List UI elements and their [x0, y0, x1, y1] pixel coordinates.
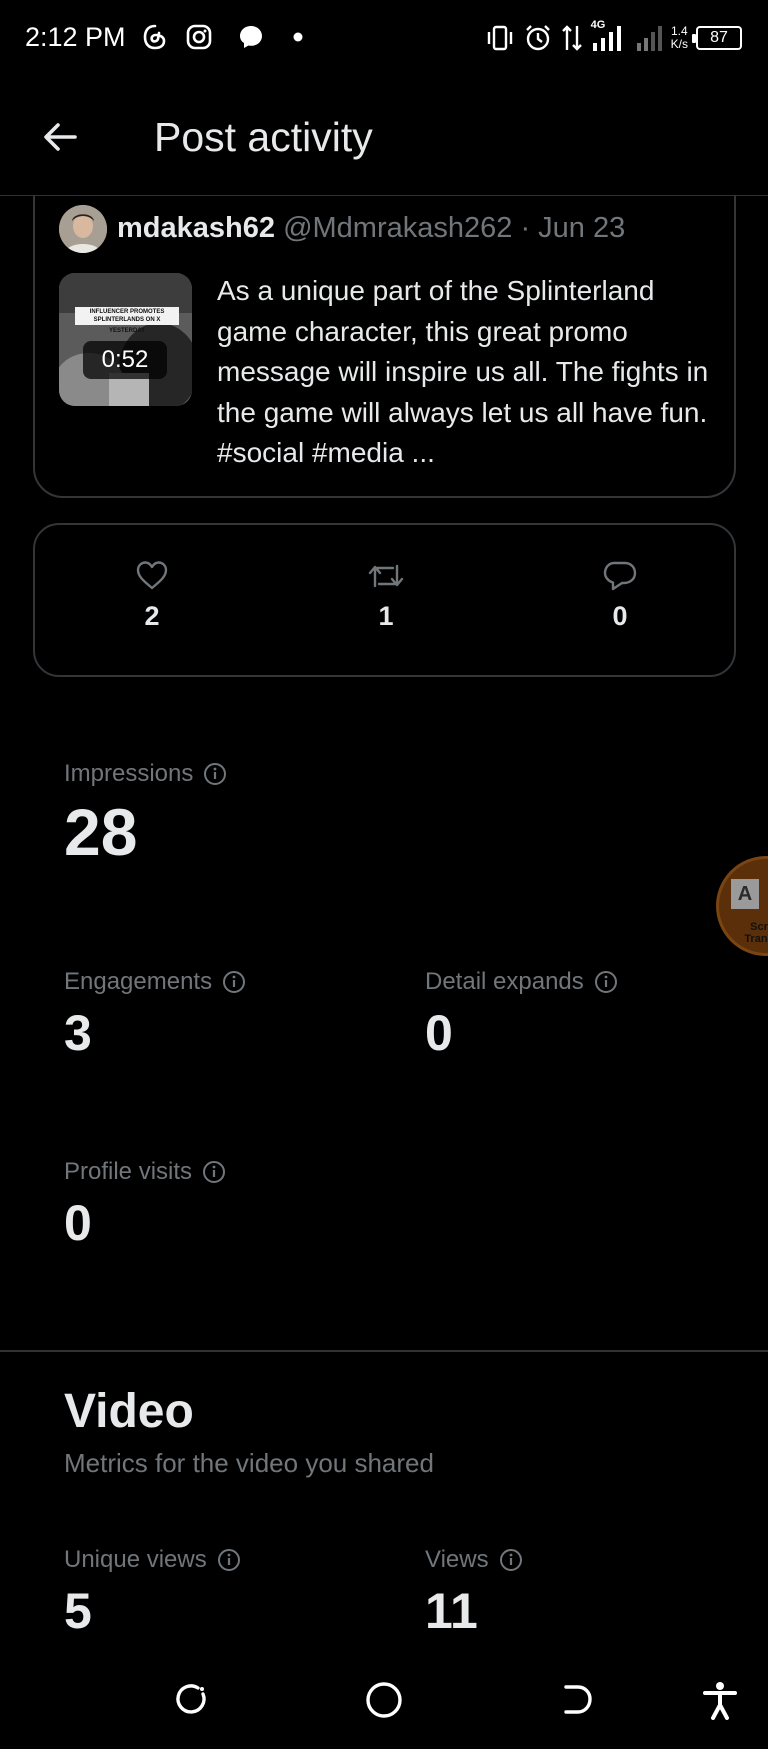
video-thumbnail[interactable]: INFLUENCER PROMOTES SPLINTERLANDS ON X Y… — [59, 273, 192, 406]
info-icon[interactable] — [222, 970, 246, 994]
back-button[interactable] — [38, 114, 84, 160]
back-nav-icon — [564, 1685, 592, 1714]
views-metric: Views 11 — [425, 1546, 523, 1640]
detail-expands-value: 0 — [425, 1005, 453, 1061]
app-header: Post activity — [0, 78, 768, 196]
engagements-value: 3 — [64, 1005, 92, 1061]
overlay-caption: Scr Trans — [729, 921, 768, 945]
post-date: Jun 23 — [538, 212, 626, 244]
signal-icon-2 — [636, 26, 662, 51]
info-icon[interactable] — [202, 1160, 226, 1184]
overlay-tab-letter: A — [731, 879, 759, 909]
replies-count: 0 — [612, 601, 628, 631]
engagement-card: 2 1 0 — [33, 523, 736, 677]
info-icon[interactable] — [499, 1548, 523, 1572]
video-section-title: Video — [64, 1385, 194, 1438]
status-time: 2:12 PM — [25, 22, 126, 52]
arrow-left-icon — [44, 123, 77, 151]
overlay-caption-line1: Scr — [750, 921, 768, 933]
post-meta: mdakash62 @Mdmrakash262 · Jun 23 — [117, 212, 625, 245]
status-right-group: 4G 1.4 K/s 87 — [485, 19, 742, 54]
impressions-label: Impressions — [64, 760, 194, 787]
info-icon[interactable] — [203, 762, 227, 786]
replies-stat[interactable]: 0 — [560, 559, 680, 632]
thumbnail-image — [59, 273, 192, 406]
profile-visits-label: Profile visits — [64, 1158, 193, 1185]
accessibility-button[interactable] — [692, 1672, 748, 1728]
post-author[interactable]: mdakash62 — [117, 212, 275, 244]
repost-icon — [368, 564, 404, 588]
profile-visits-metric: Profile visits 0 — [64, 1158, 226, 1252]
impressions-metric: Impressions 28 — [64, 760, 227, 870]
net-speed-unit: K/s — [670, 37, 688, 51]
screen-translate-bubble[interactable]: A Scr Trans — [716, 856, 768, 956]
likes-stat[interactable]: 2 — [92, 559, 212, 632]
thumbnail-banner: INFLUENCER PROMOTES SPLINTERLANDS ON X Y… — [75, 307, 179, 334]
signal-icon: 4G — [591, 19, 627, 53]
recents-icon — [176, 1684, 206, 1714]
detail-expands-label: Detail expands — [425, 968, 584, 995]
overlay-caption-line2: Trans — [744, 933, 768, 945]
reposts-count: 1 — [378, 601, 394, 631]
views-value: 11 — [425, 1583, 478, 1639]
battery-indicator: 87 — [692, 26, 742, 50]
page-title: Post activity — [154, 114, 373, 160]
section-divider — [0, 1350, 768, 1352]
screen: 2:12 PM 4G 1.4 K/s 87 mdakash62 @Mdmraka… — [0, 0, 768, 1749]
avatar[interactable] — [59, 205, 107, 253]
info-icon[interactable] — [594, 970, 618, 994]
views-label: Views — [425, 1546, 489, 1573]
engagements-label: Engagements — [64, 968, 213, 995]
unique-views-label: Unique views — [64, 1546, 207, 1573]
profile-visits-value: 0 — [64, 1195, 92, 1251]
post-separator: · — [520, 212, 531, 244]
system-nav-bar — [0, 1650, 768, 1749]
thumbnail-banner-line1: INFLUENCER PROMOTES — [89, 309, 165, 315]
post-handle[interactable]: @Mdmrakash262 — [283, 212, 512, 244]
messenger-icon — [240, 26, 262, 48]
vibrate-icon — [487, 25, 512, 51]
threads-icon — [143, 24, 166, 50]
post-text: As a unique part of the Splinterland gam… — [217, 275, 709, 468]
recents-button[interactable] — [164, 1672, 220, 1728]
thumbnail-banner-line3: YESTERDAY — [108, 328, 146, 334]
reply-icon — [603, 561, 637, 591]
status-bar: 2:12 PM 4G 1.4 K/s 87 — [0, 0, 768, 78]
unique-views-metric: Unique views 5 — [64, 1546, 241, 1640]
detail-expands-metric: Detail expands 0 — [425, 968, 618, 1062]
video-duration: 0:52 — [83, 341, 167, 379]
likes-count: 2 — [144, 601, 160, 631]
data-arrows-icon — [561, 25, 582, 51]
home-button[interactable] — [356, 1672, 412, 1728]
net-speed: 1.4 K/s — [671, 25, 688, 51]
back-nav-button[interactable] — [548, 1672, 604, 1728]
reposts-stat[interactable]: 1 — [326, 559, 446, 632]
accessibility-icon — [703, 1682, 737, 1720]
heart-icon — [136, 561, 168, 590]
info-icon[interactable] — [217, 1548, 241, 1572]
engagements-metric: Engagements 3 — [64, 968, 246, 1062]
instagram-icon — [186, 24, 212, 50]
post-card[interactable]: mdakash62 @Mdmrakash262 · Jun 23 INFLUEN… — [33, 165, 736, 498]
notification-dot-icon — [293, 32, 303, 42]
home-circle-icon — [366, 1682, 402, 1718]
thumbnail-banner-line2: SPLINTERLANDS ON X — [93, 317, 161, 323]
alarm-icon — [525, 25, 550, 51]
video-section-subtitle: Metrics for the video you shared — [64, 1448, 434, 1478]
impressions-value: 28 — [64, 795, 138, 869]
unique-views-value: 5 — [64, 1583, 92, 1639]
